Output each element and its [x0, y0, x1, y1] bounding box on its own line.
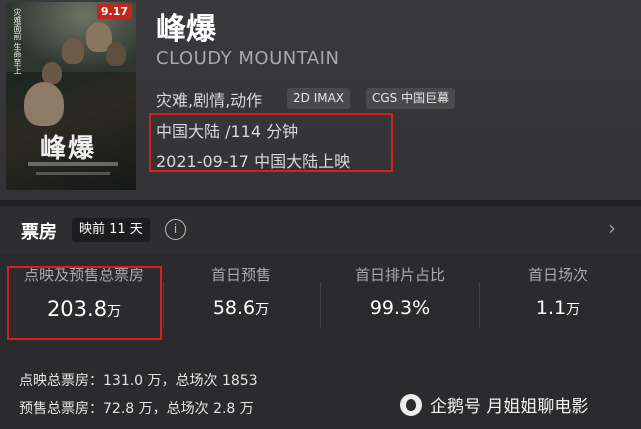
highlight-box-release [149, 113, 393, 172]
stat-unit: 万 [566, 302, 581, 318]
stat-first-day-presale: 首日预售 58.6万 [161, 264, 321, 319]
movie-english-title: CLOUDY MOUNTAIN [156, 48, 340, 69]
stat-unit: 万 [255, 302, 270, 318]
poster-figure [106, 42, 126, 66]
stat-first-day-share: 首日排片占比 99.3% [320, 264, 480, 319]
format-tag-cgs: CGS 中国巨幕 [366, 88, 456, 109]
presale-box-office-line: 预售总票房：72.8 万，总场次 2.8 万 [19, 401, 254, 417]
stat-label: 首日预售 [210, 266, 271, 284]
box-office-title: 票房 [21, 222, 57, 243]
info-icon[interactable]: i [165, 219, 186, 240]
poster-figure [42, 62, 62, 84]
poster-figure [24, 82, 64, 126]
poster-date-badge: 9.17 [96, 4, 132, 19]
movie-poster[interactable]: 9.17 灾难面前 生命至上 峰爆 [6, 2, 136, 190]
poster-credits-line [28, 162, 118, 166]
highlight-box-total [7, 266, 162, 340]
watermark: 企鹅号 月姐姐聊电影 [430, 392, 588, 417]
stat-first-day-screenings: 首日场次 1.1万 [478, 264, 638, 319]
days-before-release-badge: 映前 11 天 [72, 218, 150, 242]
stat-value: 99.3% [320, 297, 480, 319]
format-tag-imax: 2D IMAX [287, 88, 351, 109]
stat-label: 首日场次 [527, 266, 588, 284]
stat-value: 1.1万 [478, 297, 638, 319]
stat-number: 58.6 [212, 297, 256, 319]
stat-number: 1.1 [535, 297, 567, 319]
preview-box-office-line: 点映总票房：131.0 万，总场次 1853 [19, 373, 258, 389]
stat-label: 首日排片占比 [354, 266, 445, 284]
penguin-icon [400, 394, 422, 416]
poster-tagline: 灾难面前 生命至上 [13, 8, 22, 75]
stat-value: 58.6万 [161, 297, 321, 319]
movie-title: 峰爆 [156, 12, 216, 47]
poster-title: 峰爆 [40, 134, 97, 164]
poster-credits-line [36, 172, 110, 175]
poster-figure [62, 38, 84, 64]
movie-genres: 灾难,剧情,动作 [156, 91, 263, 110]
chevron-right-icon[interactable]: › [608, 216, 616, 240]
watermark-text: 企鹅号 月姐姐聊电影 [430, 397, 589, 417]
stat-number: 99.3% [369, 297, 431, 319]
